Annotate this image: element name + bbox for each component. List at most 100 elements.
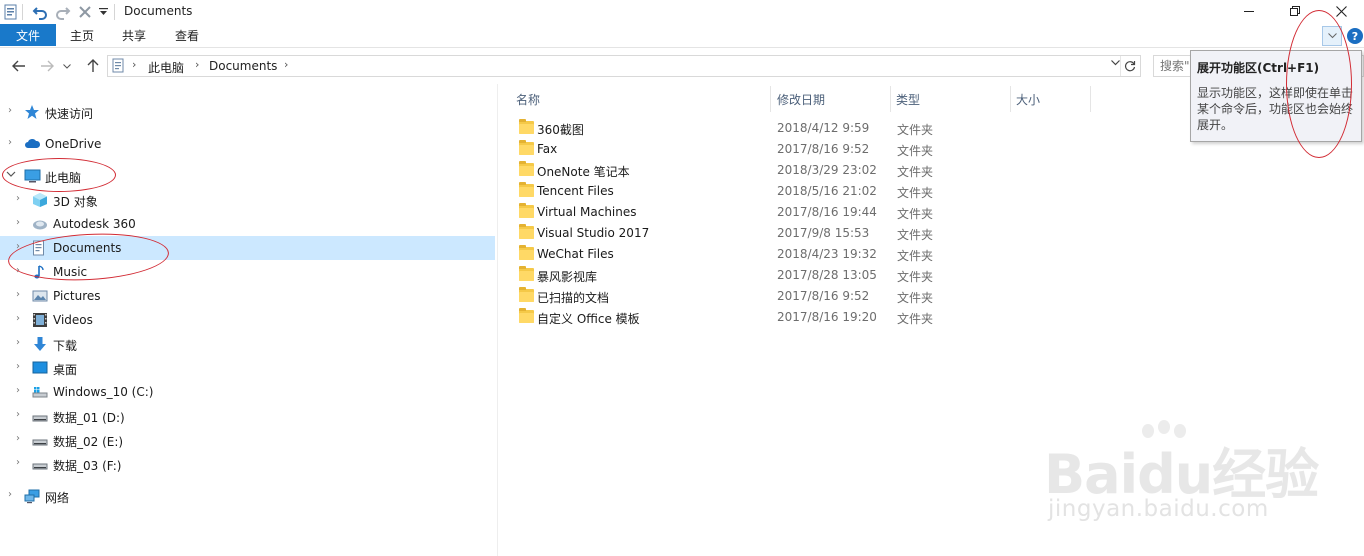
- expand-chevron-icon[interactable]: ›: [16, 241, 20, 252]
- tab-view[interactable]: 查看: [165, 24, 209, 46]
- expand-chevron-icon[interactable]: ›: [16, 265, 20, 276]
- file-row[interactable]: 暴风影视库 2017/8/28 13:05 文件夹: [514, 265, 954, 286]
- properties-icon[interactable]: [2, 2, 20, 22]
- expand-chevron-icon[interactable]: ›: [16, 361, 20, 372]
- restore-icon[interactable]: [1272, 0, 1318, 22]
- sidebar-item-drive-c[interactable]: › Windows_10 (C:): [0, 380, 495, 404]
- drive-icon: [32, 432, 48, 448]
- file-date: 2018/3/29 23:02: [777, 163, 877, 177]
- sidebar-item-drive-e[interactable]: › 数据_02 (E:): [0, 428, 495, 452]
- sidebar-item-desktop[interactable]: › 桌面: [0, 356, 495, 380]
- window-title: Documents: [124, 4, 193, 18]
- file-row[interactable]: Virtual Machines 2017/8/16 19:44 文件夹: [514, 202, 954, 223]
- file-row[interactable]: 360截图 2018/4/12 9:59 文件夹: [514, 118, 954, 139]
- file-row[interactable]: Fax 2017/8/16 9:52 文件夹: [514, 139, 954, 160]
- sidebar-item-autodesk-360[interactable]: › Autodesk 360: [0, 212, 495, 236]
- file-date: 2017/8/28 13:05: [777, 268, 877, 282]
- breadcrumb-documents[interactable]: Documents: [209, 59, 277, 73]
- sidebar-item-videos[interactable]: › Videos: [0, 308, 495, 332]
- sidebar-item-music[interactable]: › Music: [0, 260, 495, 284]
- sidebar-item-label: Documents: [53, 241, 122, 255]
- ribbon-expand-button[interactable]: [1322, 26, 1342, 46]
- sidebar-item-pictures[interactable]: › Pictures: [0, 284, 495, 308]
- sidebar-item-onedrive[interactable]: › OneDrive: [0, 132, 495, 156]
- file-row[interactable]: Visual Studio 2017 2017/9/8 15:53 文件夹: [514, 223, 954, 244]
- column-separator[interactable]: [770, 86, 771, 112]
- file-row[interactable]: WeChat Files 2018/4/23 19:32 文件夹: [514, 244, 954, 265]
- up-arrow-icon[interactable]: [82, 56, 104, 76]
- expand-chevron-icon[interactable]: ›: [16, 457, 20, 468]
- column-header-size[interactable]: 大小: [1016, 86, 1040, 112]
- file-name: WeChat Files: [537, 247, 614, 261]
- file-type: 文件夹: [897, 228, 934, 242]
- sidebar-item-drive-f[interactable]: › 数据_03 (F:): [0, 452, 495, 476]
- file-row[interactable]: OneNote 笔记本 2018/3/29 23:02 文件夹: [514, 160, 954, 181]
- drive-icon: [32, 408, 48, 424]
- minimize-icon[interactable]: [1226, 0, 1272, 22]
- tab-home[interactable]: 主页: [60, 24, 104, 46]
- sidebar-item-network[interactable]: › 网络: [0, 484, 495, 508]
- cloud-icon: [24, 136, 41, 152]
- breadcrumb-chevron-icon[interactable]: ›: [132, 58, 136, 71]
- delete-icon[interactable]: [76, 2, 94, 22]
- expand-chevron-icon[interactable]: ›: [16, 385, 20, 396]
- column-separator[interactable]: [1010, 86, 1011, 112]
- column-header-date-modified[interactable]: 修改日期: [777, 86, 825, 112]
- file-name: OneNote 笔记本: [537, 165, 630, 179]
- file-name: 360截图: [537, 123, 584, 137]
- close-icon[interactable]: [1318, 0, 1364, 22]
- expand-chevron-icon[interactable]: ›: [16, 313, 20, 324]
- file-row[interactable]: 已扫描的文档 2017/8/16 9:52 文件夹: [514, 286, 954, 307]
- help-icon[interactable]: ?: [1347, 28, 1363, 44]
- folder-icon: [519, 119, 534, 134]
- collapse-chevron-icon[interactable]: [6, 170, 16, 181]
- computer-icon: [24, 168, 41, 184]
- breadcrumb-this-pc[interactable]: 此电脑: [148, 59, 184, 76]
- column-header-name[interactable]: 名称: [516, 86, 540, 112]
- expand-chevron-icon[interactable]: ›: [16, 433, 20, 444]
- network-icon: [24, 488, 40, 504]
- redo-icon[interactable]: [53, 2, 73, 22]
- column-separator[interactable]: [890, 86, 891, 112]
- expand-chevron-icon[interactable]: ›: [16, 337, 20, 348]
- address-dropdown-icon[interactable]: [1111, 58, 1120, 69]
- forward-arrow-icon[interactable]: [36, 56, 58, 76]
- tab-share[interactable]: 共享: [112, 24, 156, 46]
- file-type: 文件夹: [897, 165, 934, 179]
- expand-chevron-icon[interactable]: ›: [8, 105, 12, 116]
- breadcrumb-chevron-icon[interactable]: ›: [195, 58, 199, 71]
- sidebar-item-label: OneDrive: [45, 137, 102, 151]
- address-bar[interactable]: › 此电脑 › Documents ›: [107, 55, 1141, 77]
- system-drive-icon: [32, 384, 48, 400]
- expand-chevron-icon[interactable]: ›: [16, 289, 20, 300]
- file-row[interactable]: 自定义 Office 模板 2017/8/16 19:20 文件夹: [514, 307, 954, 328]
- back-arrow-icon[interactable]: [8, 56, 30, 76]
- expand-chevron-icon[interactable]: ›: [16, 217, 20, 228]
- customize-dropdown-icon[interactable]: [96, 2, 110, 22]
- expand-chevron-icon[interactable]: ›: [16, 409, 20, 420]
- column-header-type[interactable]: 类型: [896, 86, 920, 112]
- sidebar-item-quick-access[interactable]: › 快速访问: [0, 100, 495, 124]
- sidebar-item-label: Windows_10 (C:): [53, 385, 154, 399]
- sidebar-item-downloads[interactable]: › 下载: [0, 332, 495, 356]
- expand-chevron-icon[interactable]: ›: [16, 193, 20, 204]
- sidebar-item-drive-d[interactable]: › 数据_01 (D:): [0, 404, 495, 428]
- refresh-icon[interactable]: [1120, 56, 1138, 76]
- expand-chevron-icon[interactable]: ›: [8, 489, 12, 500]
- folder-icon: [519, 224, 534, 239]
- sidebar-item-documents[interactable]: › Documents: [0, 236, 495, 260]
- ribbon-tabs: 文件 主页 共享 查看 ?: [0, 24, 1364, 48]
- sidebar-item-3d-objects[interactable]: › 3D 对象: [0, 188, 495, 212]
- file-type: 文件夹: [897, 312, 934, 326]
- expand-chevron-icon[interactable]: ›: [8, 137, 12, 148]
- column-separator[interactable]: [1090, 86, 1091, 112]
- file-name: 已扫描的文档: [537, 291, 610, 305]
- breadcrumb-chevron-icon[interactable]: ›: [284, 58, 288, 71]
- file-row[interactable]: Tencent Files 2018/5/16 21:02 文件夹: [514, 181, 954, 202]
- sidebar-item-label: Pictures: [53, 289, 101, 303]
- tab-file[interactable]: 文件: [0, 24, 56, 46]
- sidebar-item-this-pc[interactable]: 此电脑: [0, 164, 495, 188]
- download-arrow-icon: [32, 336, 48, 352]
- undo-icon[interactable]: [30, 2, 50, 22]
- recent-locations-dropdown-icon[interactable]: [60, 56, 74, 76]
